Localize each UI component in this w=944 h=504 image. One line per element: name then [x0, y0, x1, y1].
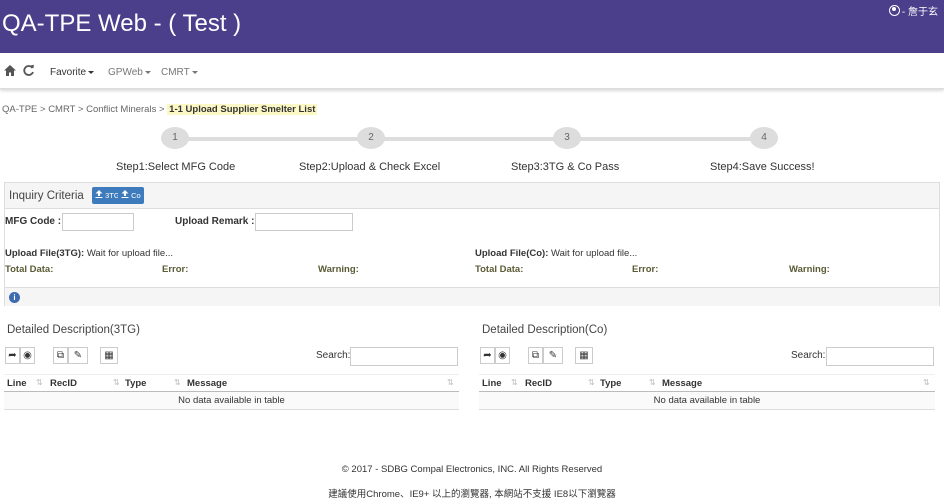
share-icon[interactable]: ➦: [5, 347, 20, 364]
upload-icon: [95, 190, 103, 198]
navbar: Favorite GPWeb CMRT: [0, 53, 944, 89]
total-data-3tg: Total Data:: [5, 264, 54, 275]
eye-icon[interactable]: ◉: [495, 347, 510, 364]
search-3tg-label: Search:: [316, 350, 351, 361]
col-line[interactable]: Line: [7, 378, 27, 389]
table-3tg-empty: No data available in table: [4, 392, 459, 410]
table-co-header: Line ⇅ RecID ⇅ Type ⇅ Message ⇅: [479, 374, 935, 392]
warning-3tg: Warning:: [318, 264, 359, 275]
error-3tg: Error:: [162, 264, 189, 275]
app-root: QA-TPE Web - ( Test ) - 詹于玄 Favorite GPW…: [0, 0, 944, 504]
sort-icon[interactable]: ⇅: [447, 378, 454, 387]
step-3-dot: 3: [553, 127, 581, 149]
upload-file-3tg: Upload File(3TG): Wait for upload file..…: [5, 248, 174, 259]
footer-copyright: © 2017 - SDBG Compal Electronics, INC. A…: [341, 464, 603, 475]
menu-cmrt[interactable]: CMRT: [161, 67, 198, 78]
upload-icon: [121, 190, 129, 198]
share-icon[interactable]: ➦: [480, 347, 495, 364]
col-type[interactable]: Type: [600, 378, 621, 389]
eraser-icon[interactable]: ✎: [68, 347, 88, 364]
user-icon: [888, 5, 900, 16]
eye-icon[interactable]: ◉: [20, 347, 35, 364]
sort-icon[interactable]: ⇅: [649, 378, 656, 387]
sort-icon[interactable]: ⇅: [36, 378, 43, 387]
step-3-label: Step3:3TG & Co Pass: [511, 161, 620, 173]
col-recid[interactable]: RecID: [525, 378, 552, 389]
upload-remark-input[interactable]: [255, 213, 353, 231]
breadcrumb-active: 1-1 Upload Supplier Smelter List: [167, 104, 318, 115]
chevron-down-icon: [144, 70, 151, 74]
menu-gpweb[interactable]: GPWeb: [108, 67, 151, 78]
table-co-empty: No data available in table: [479, 392, 935, 410]
step-4-label: Step4:Save Success!: [710, 161, 815, 173]
col-line[interactable]: Line: [482, 378, 502, 389]
search-co-label: Search:: [791, 350, 826, 361]
copy-icon[interactable]: ⧉: [53, 347, 68, 364]
search-3tg-input[interactable]: [350, 347, 458, 366]
col-recid[interactable]: RecID: [50, 378, 77, 389]
inquiry-panel-header: Inquiry Criteria 3TG Co: [5, 183, 939, 209]
sort-icon[interactable]: ⇅: [511, 378, 518, 387]
breadcrumb: QA-TPE > CMRT > Conflict Minerals > 1-1 …: [2, 104, 318, 115]
step-2-dot: 2: [357, 127, 385, 149]
sort-icon[interactable]: ⇅: [113, 378, 120, 387]
app-title: QA-TPE Web - ( Test ): [2, 10, 242, 37]
step-1-dot: 1: [161, 127, 189, 149]
step-1-label: Step1:Select MFG Code: [116, 161, 236, 173]
error-co: Error:: [632, 264, 659, 275]
search-co-input[interactable]: [826, 347, 934, 366]
upload-remark-label: Upload Remark :: [175, 216, 255, 227]
chevron-down-icon: [191, 70, 198, 74]
user-name: - 詹于玄: [901, 7, 938, 18]
step-4-dot: 4: [750, 127, 778, 149]
footer-notice: 建議使用Chrome、IE9+ 以上的瀏覽器, 本網站不支援 IE8以下瀏覽器: [328, 489, 616, 500]
sort-icon[interactable]: ⇅: [588, 378, 595, 387]
user-menu[interactable]: - 詹于玄: [888, 3, 938, 18]
chevron-down-icon: [88, 70, 95, 74]
app-header: QA-TPE Web - ( Test ) - 詹于玄: [0, 0, 944, 53]
sort-icon[interactable]: ⇅: [174, 378, 181, 387]
col-message[interactable]: Message: [662, 378, 702, 389]
inquiry-title: Inquiry Criteria: [9, 190, 84, 202]
upload-co-button[interactable]: Co: [118, 187, 144, 204]
warning-co: Warning:: [789, 264, 830, 275]
col-message[interactable]: Message: [187, 378, 227, 389]
home-icon[interactable]: [3, 64, 17, 80]
info-icon[interactable]: i: [9, 292, 20, 303]
total-data-co: Total Data:: [475, 264, 524, 275]
step-progress-bar: [175, 137, 765, 141]
col-type[interactable]: Type: [125, 378, 146, 389]
table-3tg-header: Line ⇅ RecID ⇅ Type ⇅ Message ⇅: [4, 374, 459, 392]
copy-icon[interactable]: ⧉: [528, 347, 543, 364]
inquiry-panel-footer: i: [5, 287, 939, 306]
inquiry-panel: Inquiry Criteria 3TG Co MFG Code : Uploa…: [4, 182, 940, 306]
upload-file-co: Upload File(Co): Wait for upload file...: [475, 248, 638, 259]
step-2-label: Step2:Upload & Check Excel: [299, 161, 441, 173]
breadcrumb-path[interactable]: QA-TPE > CMRT > Conflict Minerals >: [2, 104, 165, 115]
mfg-code-input[interactable]: [62, 213, 134, 231]
detail-co-title: Detailed Description(Co): [482, 324, 608, 336]
detail-3tg-title: Detailed Description(3TG): [7, 324, 140, 336]
table-icon[interactable]: ▦: [575, 347, 593, 364]
refresh-icon[interactable]: [22, 64, 35, 80]
mfg-code-label: MFG Code :: [5, 216, 62, 227]
eraser-icon[interactable]: ✎: [543, 347, 563, 364]
menu-favorite[interactable]: Favorite: [50, 67, 95, 78]
sort-icon[interactable]: ⇅: [923, 378, 930, 387]
table-icon[interactable]: ▦: [100, 347, 118, 364]
